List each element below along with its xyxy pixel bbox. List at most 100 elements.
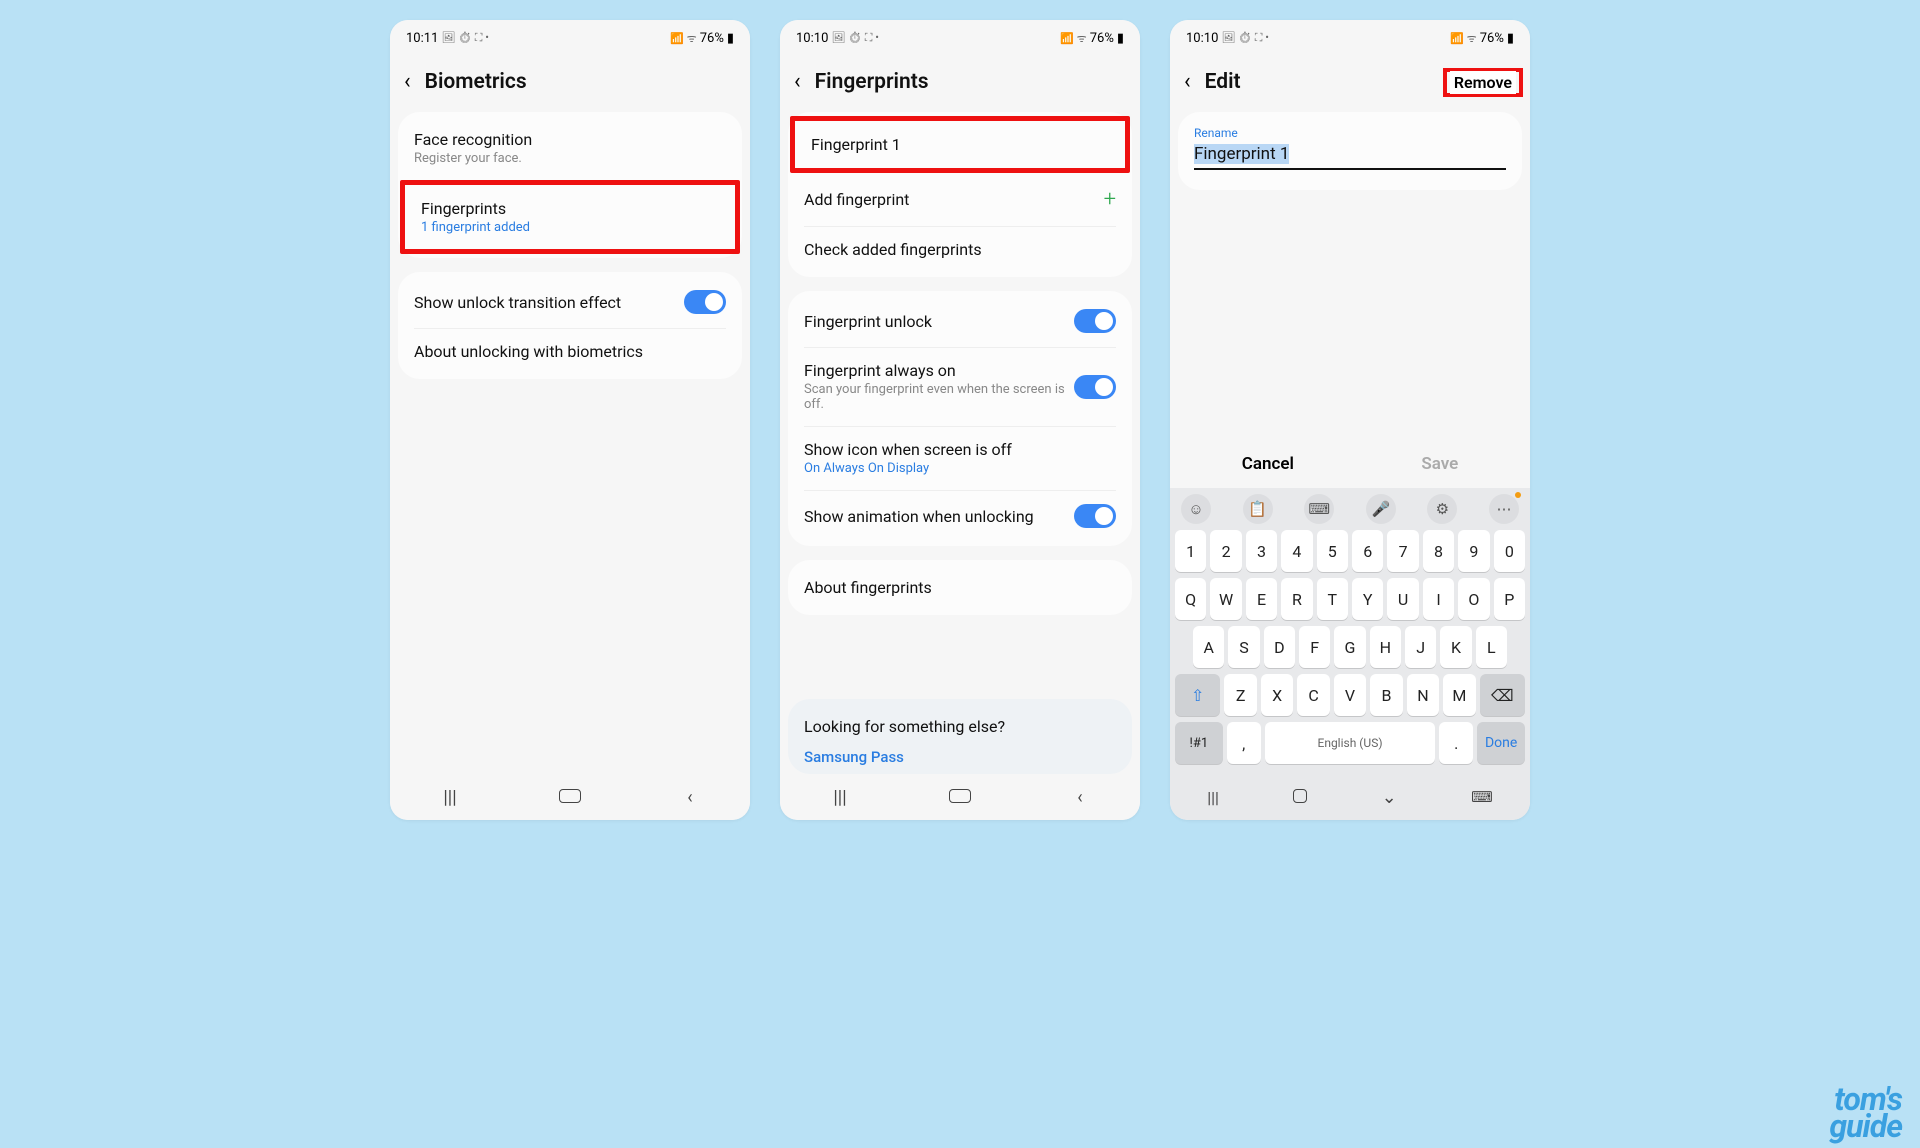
battery-icon: ▮: [727, 31, 734, 46]
transition-toggle[interactable]: [684, 290, 726, 314]
check-fingerprints-row[interactable]: Check added fingerprints: [788, 226, 1132, 273]
key-9[interactable]: 9: [1458, 530, 1489, 572]
show-icon-row[interactable]: Show icon when screen is off On Always O…: [788, 426, 1132, 490]
keyboard: ☺ 📋 ⌨ 🎤 ⚙ ⋯ 1 2 3 4 5 6 7 8 9 0 Q W E R …: [1170, 488, 1530, 774]
key-p[interactable]: P: [1494, 578, 1525, 620]
more-icon[interactable]: ⋯: [1489, 494, 1519, 524]
key-u[interactable]: U: [1387, 578, 1418, 620]
key-v[interactable]: V: [1334, 674, 1366, 716]
fingerprint-list-card: Fingerprint 1 Add fingerprint + Check ad…: [788, 112, 1132, 277]
kb-row-1: Q W E R T Y U I O P: [1175, 578, 1525, 620]
rename-input[interactable]: Fingerprint 1: [1194, 142, 1506, 170]
key-q[interactable]: Q: [1175, 578, 1206, 620]
key-a[interactable]: A: [1193, 626, 1224, 668]
key-2[interactable]: 2: [1210, 530, 1241, 572]
header: ‹ Edit Remove: [1170, 56, 1530, 112]
key-3[interactable]: 3: [1246, 530, 1277, 572]
key-s[interactable]: S: [1228, 626, 1259, 668]
key-e[interactable]: E: [1246, 578, 1277, 620]
add-fingerprint-row[interactable]: Add fingerprint +: [788, 173, 1132, 226]
back-nav-icon[interactable]: ‹: [679, 787, 701, 808]
anim-toggle[interactable]: [1074, 504, 1116, 528]
fp-unlock-row[interactable]: Fingerprint unlock: [788, 295, 1132, 347]
mic-icon[interactable]: 🎤: [1366, 494, 1396, 524]
fp-always-row[interactable]: Fingerprint always on Scan your fingerpr…: [788, 347, 1132, 426]
key-5[interactable]: 5: [1317, 530, 1348, 572]
back-icon[interactable]: ‹: [1184, 71, 1191, 93]
unlock-toggle[interactable]: [1074, 309, 1116, 333]
key-z[interactable]: Z: [1224, 674, 1256, 716]
key-1[interactable]: 1: [1175, 530, 1206, 572]
face-recognition-row[interactable]: Face recognition Register your face.: [398, 116, 742, 180]
symbols-key[interactable]: !#1: [1175, 722, 1223, 764]
key-r[interactable]: R: [1281, 578, 1312, 620]
clipboard-icon[interactable]: 📋: [1243, 494, 1273, 524]
key-h[interactable]: H: [1370, 626, 1401, 668]
key-c[interactable]: C: [1297, 674, 1329, 716]
back-icon[interactable]: ‹: [794, 71, 801, 93]
key-f[interactable]: F: [1299, 626, 1330, 668]
text-icon[interactable]: ⌨: [1304, 494, 1334, 524]
fingerprints-row[interactable]: Fingerprints 1 fingerprint added: [405, 185, 735, 249]
done-key[interactable]: Done: [1477, 722, 1525, 764]
fingerprint-1-row[interactable]: Fingerprint 1: [795, 121, 1125, 168]
key-o[interactable]: O: [1458, 578, 1489, 620]
home-icon[interactable]: [559, 787, 581, 808]
key-7[interactable]: 7: [1387, 530, 1418, 572]
key-m[interactable]: M: [1443, 674, 1475, 716]
cancel-button[interactable]: Cancel: [1242, 454, 1294, 474]
about-row[interactable]: About unlocking with biometrics: [398, 328, 742, 375]
key-6[interactable]: 6: [1352, 530, 1383, 572]
key-j[interactable]: J: [1405, 626, 1436, 668]
save-button[interactable]: Save: [1421, 454, 1458, 474]
key-8[interactable]: 8: [1423, 530, 1454, 572]
home-icon[interactable]: [1293, 788, 1307, 807]
backspace-key[interactable]: ⌫: [1480, 674, 1525, 716]
key-l[interactable]: L: [1476, 626, 1507, 668]
kb-row-3: ⇧ Z X C V B N M ⌫: [1175, 674, 1525, 716]
rename-card: Rename Fingerprint 1: [1178, 112, 1522, 190]
emoji-icon[interactable]: ☺: [1181, 494, 1211, 524]
recents-icon[interactable]: |||: [829, 787, 851, 808]
header: ‹ Biometrics: [390, 56, 750, 112]
key-t[interactable]: T: [1317, 578, 1348, 620]
key-n[interactable]: N: [1407, 674, 1439, 716]
key-b[interactable]: B: [1370, 674, 1402, 716]
key-d[interactable]: D: [1264, 626, 1295, 668]
hide-keyboard-icon[interactable]: ⌄: [1382, 787, 1397, 808]
key-4[interactable]: 4: [1281, 530, 1312, 572]
remove-button[interactable]: Remove: [1450, 71, 1516, 94]
transition-row[interactable]: Show unlock transition effect: [398, 276, 742, 328]
key-w[interactable]: W: [1210, 578, 1241, 620]
shift-key[interactable]: ⇧: [1175, 674, 1220, 716]
key-0[interactable]: 0: [1494, 530, 1525, 572]
always-title: Fingerprint always on: [804, 361, 1074, 380]
screen-edit: 10:10 🖼 ⏱ ⛶ • 📶 ᯤ 76%▮ ‹ Edit Remove Ren…: [1170, 20, 1530, 820]
status-bar: 10:11 🖼 ⏱ ⛶ • 📶 ᯤ 76%▮: [390, 20, 750, 56]
key-y[interactable]: Y: [1352, 578, 1383, 620]
samsung-pass-link[interactable]: Samsung Pass: [804, 748, 1116, 766]
back-nav-icon[interactable]: ‹: [1069, 787, 1091, 808]
footer-title: Looking for something else?: [804, 717, 1116, 736]
always-toggle[interactable]: [1074, 375, 1116, 399]
fp-settings-card: Fingerprint unlock Fingerprint always on…: [788, 291, 1132, 546]
back-icon[interactable]: ‹: [404, 71, 411, 93]
home-icon[interactable]: [949, 787, 971, 808]
space-key[interactable]: English (US): [1265, 722, 1435, 764]
recents-icon[interactable]: |||: [1207, 788, 1219, 807]
recents-icon[interactable]: |||: [439, 787, 461, 808]
key-i[interactable]: I: [1423, 578, 1454, 620]
period-key[interactable]: .: [1439, 722, 1473, 764]
comma-key[interactable]: ,: [1227, 722, 1261, 764]
key-k[interactable]: K: [1440, 626, 1471, 668]
keyboard-switch-icon[interactable]: ⌨: [1471, 788, 1493, 806]
fp1-highlight: Fingerprint 1: [790, 116, 1130, 173]
key-x[interactable]: X: [1261, 674, 1293, 716]
fp1-label: Fingerprint 1: [811, 135, 901, 154]
show-anim-row[interactable]: Show animation when unlocking: [788, 490, 1132, 542]
gear-icon[interactable]: ⚙: [1427, 494, 1457, 524]
watermark: tom's guide: [1829, 1086, 1902, 1140]
always-sub: Scan your fingerprint even when the scre…: [804, 382, 1074, 412]
about-fp-row[interactable]: About fingerprints: [788, 564, 1132, 611]
key-g[interactable]: G: [1334, 626, 1365, 668]
